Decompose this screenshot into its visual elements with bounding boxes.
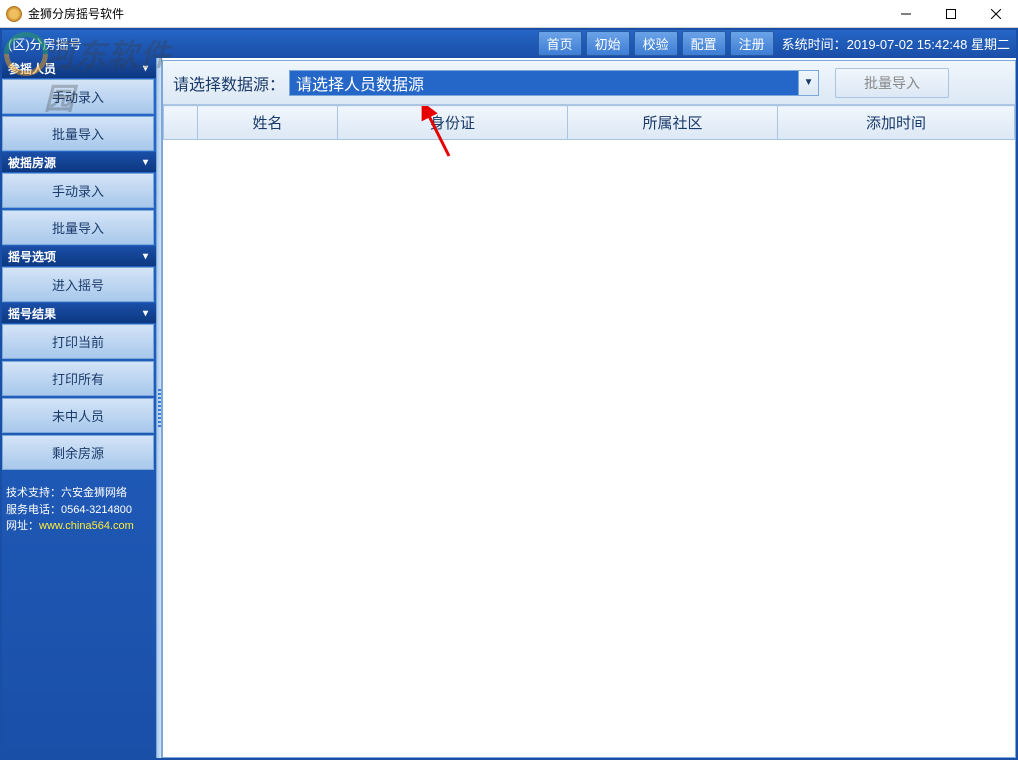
data-table: 姓名 身份证 所属社区 添加时间 (163, 105, 1015, 140)
chevron-down-icon: ▾ (143, 308, 148, 319)
sidebar-item-enter-lottery[interactable]: 进入摇号 (2, 267, 154, 302)
sidebar: 参摇人员 ▾ 手动录入 批量导入 被摇房源 ▾ 手动录入 批量导入 摇号选项 ▾… (0, 58, 156, 760)
table-header-community[interactable]: 所属社区 (568, 106, 778, 140)
table-header-index[interactable] (164, 106, 198, 140)
sidebar-item-print-current[interactable]: 打印当前 (2, 324, 154, 359)
window-controls (883, 0, 1018, 28)
datasource-select-text: 请选择人员数据源 (290, 71, 798, 95)
init-button[interactable]: 初始 (586, 31, 630, 56)
app-icon (6, 6, 22, 22)
sidebar-item-manual-entry-2[interactable]: 手动录入 (2, 173, 154, 208)
chevron-down-icon: ▾ (143, 63, 148, 74)
window-title: 金狮分房摇号软件 (28, 5, 124, 22)
website-link[interactable]: www.china564.com (39, 520, 134, 532)
table-header-name[interactable]: 姓名 (198, 106, 338, 140)
sidebar-section-lottery-options[interactable]: 摇号选项 ▾ (0, 246, 156, 266)
system-time: 系统时间：2019-07-02 15:42:48 星期二 (778, 34, 1014, 53)
verify-button[interactable]: 校验 (634, 31, 678, 56)
toolbar-subtitle: (区)分房摇号 (8, 34, 82, 53)
title-bar: 金狮分房摇号软件 (0, 0, 1018, 28)
toolbar: (区)分房摇号 首页 初始 校验 配置 注册 系统时间：2019-07-02 1… (0, 28, 1018, 58)
table-header-addtime[interactable]: 添加时间 (778, 106, 1015, 140)
content-area: 请选择数据源： 请选择人员数据源 ▼ 批量导入 姓名 身份证 所属社区 添加时间 (162, 60, 1016, 758)
filter-bar: 请选择数据源： 请选择人员数据源 ▼ 批量导入 (163, 61, 1015, 105)
table-container: 姓名 身份证 所属社区 添加时间 (163, 105, 1015, 757)
sidebar-section-lottery-results[interactable]: 摇号结果 ▾ (0, 303, 156, 323)
sidebar-item-print-all[interactable]: 打印所有 (2, 361, 154, 396)
dropdown-arrow-icon[interactable]: ▼ (798, 71, 818, 95)
sidebar-item-batch-import-1[interactable]: 批量导入 (2, 116, 154, 151)
home-button[interactable]: 首页 (538, 31, 582, 56)
config-button[interactable]: 配置 (682, 31, 726, 56)
table-header-idcard[interactable]: 身份证 (338, 106, 568, 140)
register-button[interactable]: 注册 (730, 31, 774, 56)
filter-label: 请选择数据源： (173, 71, 285, 95)
sidebar-item-batch-import-2[interactable]: 批量导入 (2, 210, 154, 245)
sidebar-section-houses[interactable]: 被摇房源 ▾ (0, 152, 156, 172)
close-button[interactable] (973, 0, 1018, 28)
sidebar-footer: 技术支持：六安金狮网络 服务电话：0564-3214800 网址：www.chi… (0, 479, 156, 541)
minimize-button[interactable] (883, 0, 928, 28)
sidebar-item-remaining-houses[interactable]: 剩余房源 (2, 435, 154, 470)
sidebar-item-manual-entry-1[interactable]: 手动录入 (2, 79, 154, 114)
chevron-down-icon: ▾ (143, 157, 148, 168)
batch-import-button[interactable]: 批量导入 (835, 68, 949, 98)
datasource-select[interactable]: 请选择人员数据源 ▼ (289, 70, 819, 96)
sidebar-section-participants[interactable]: 参摇人员 ▾ (0, 58, 156, 78)
sidebar-item-not-selected[interactable]: 未中人员 (2, 398, 154, 433)
maximize-button[interactable] (928, 0, 973, 28)
chevron-down-icon: ▾ (143, 251, 148, 262)
